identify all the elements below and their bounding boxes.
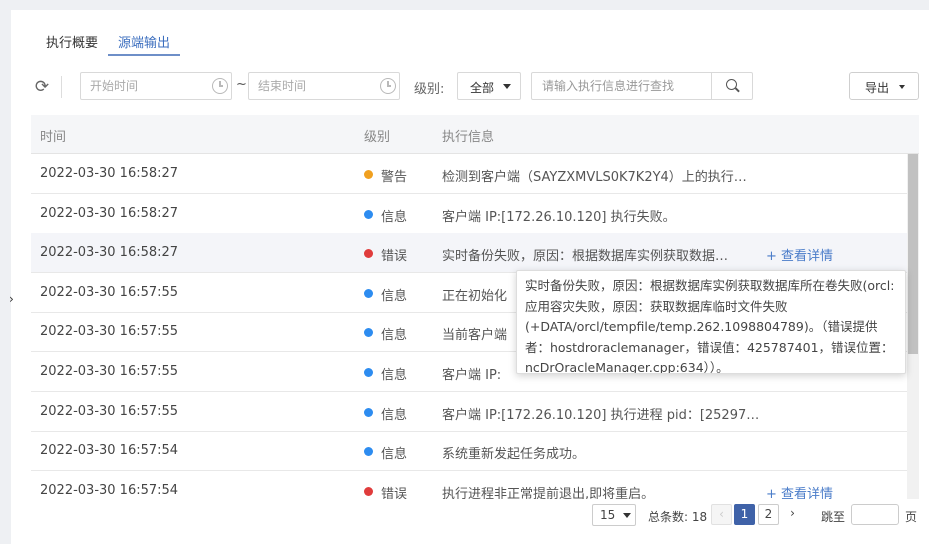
message-search [531, 72, 753, 100]
page-size-value: 15 [600, 508, 616, 522]
header-time: 时间 [40, 130, 67, 145]
export-button[interactable]: 导出 [849, 72, 919, 100]
level-filter-label: 级别: [414, 82, 445, 97]
table-row[interactable]: 2022-03-30 16:57:55 信息 客户端 IP:[172.26.10.1… [31, 392, 907, 432]
search-button[interactable] [711, 73, 752, 99]
row-level: 信息 [381, 288, 408, 304]
row-level: 信息 [381, 368, 408, 383]
end-time-picker[interactable] [248, 72, 400, 100]
detail-tooltip: 实时备份失败，原因：根据数据库实例获取数据库所在卷失败(orcl:应用容灾失败，… [516, 270, 906, 374]
row-message: 客户端 IP: [442, 368, 502, 383]
row-message: 当前客户端 [442, 328, 508, 344]
toolbar-divider [61, 76, 62, 98]
tab-execution-summary[interactable]: 执行概要 [36, 26, 108, 56]
tab-source-output[interactable]: 源端输出 [108, 26, 181, 56]
jump-page-field[interactable] [851, 504, 899, 526]
jump-page-input[interactable] [852, 505, 898, 526]
total-count: 总条数: 18 [648, 510, 708, 524]
row-time: 2022-03-30 16:57:55 [40, 284, 179, 300]
row-time: 2022-03-30 16:58:27 [40, 245, 179, 261]
row-message: 客户端 IP:[172.26.10.120] 执行进程 pid：[25297… [442, 407, 760, 423]
level-dot-icon [364, 407, 373, 417]
view-details-link[interactable]: + 查看详情 [766, 245, 833, 264]
row-level: 信息 [381, 447, 408, 463]
page-button-2[interactable]: 2 [758, 504, 779, 525]
table-row[interactable]: 2022-03-30 16:57:54 信息 系统重新发起任务成功。 [31, 431, 907, 472]
level-dot-icon [364, 170, 373, 179]
range-separator: ~ [236, 77, 247, 92]
row-message: 正在初始化 [442, 288, 508, 304]
row-level: 信息 [381, 209, 408, 225]
start-time-picker[interactable] [80, 72, 232, 100]
row-message: 检测到客户端（SAYZXMVLS0K7K2Y4）上的执行… [442, 170, 747, 185]
page-unit-label: 页 [905, 510, 918, 524]
row-level: 错误 [381, 486, 408, 499]
row-time: 2022-03-30 16:58:27 [40, 166, 179, 181]
pagination: 15 总条数: 18 ‹ 1 2 › 跳至 页 [592, 504, 927, 526]
level-select-value: 全部 [470, 81, 495, 95]
row-message: 系统重新发起任务成功。 [442, 447, 586, 463]
row-time: 2022-03-30 16:57:54 [40, 443, 179, 459]
prev-page-button[interactable]: ‹ [711, 504, 732, 525]
page-button-1[interactable]: 1 [734, 504, 755, 525]
export-label: 导出 [865, 81, 890, 95]
level-dot-icon [364, 209, 373, 219]
search-icon [726, 79, 737, 90]
row-time: 2022-03-30 16:58:27 [40, 205, 179, 221]
table-header: 时间 级别 执行信息 [31, 115, 919, 154]
start-time-input[interactable] [81, 73, 217, 99]
clock-icon [380, 78, 396, 94]
filter-toolbar: ⟳ ~ 级别: 全部 导出 [31, 72, 919, 102]
row-level: 警告 [381, 170, 408, 185]
level-dot-icon [364, 368, 373, 377]
chevron-right-icon: › [9, 292, 14, 306]
clock-icon [212, 78, 228, 94]
level-dot-icon [364, 288, 373, 298]
end-time-input[interactable] [249, 73, 385, 99]
table-row[interactable]: 2022-03-30 16:58:27 错误 实时备份失败，原因：根据数据库实例获取… [31, 233, 907, 274]
table-scrollbar[interactable] [907, 154, 919, 499]
next-page-button[interactable]: › [782, 504, 803, 525]
scrollbar-thumb[interactable] [908, 154, 918, 354]
caret-down-icon [503, 84, 511, 89]
level-dot-icon [364, 249, 373, 259]
row-message: 执行进程非正常提前退出,即将重启。 [442, 486, 655, 499]
level-dot-icon [364, 447, 373, 457]
row-time: 2022-03-30 16:57:55 [40, 403, 179, 419]
header-level: 级别 [364, 130, 391, 145]
table-row[interactable]: 2022-03-30 16:58:27 警告 检测到客户端（SAYZXMVLS0K7… [31, 154, 907, 194]
row-message: 客户端 IP:[172.26.10.120] 执行失败。 [442, 209, 676, 225]
row-message: 实时备份失败，原因：根据数据库实例获取数据… [442, 249, 729, 265]
level-dot-icon [364, 328, 373, 338]
view-details-link[interactable]: + 查看详情 [766, 483, 833, 499]
row-time: 2022-03-30 16:57:55 [40, 324, 179, 340]
tab-bar: 执行概要 源端输出 [36, 26, 181, 56]
header-message: 执行信息 [442, 130, 495, 145]
row-level: 信息 [381, 407, 408, 423]
jump-label: 跳至 [821, 510, 846, 524]
level-select[interactable]: 全部 [457, 72, 521, 100]
row-level: 错误 [381, 249, 408, 265]
caret-down-icon [899, 85, 905, 89]
row-level: 信息 [381, 328, 408, 344]
caret-down-icon [623, 513, 631, 518]
refresh-icon[interactable]: ⟳ [31, 76, 53, 98]
table-row[interactable]: 2022-03-30 16:57:54 错误 执行进程非正常提前退出,即将重启。 + … [31, 471, 907, 499]
search-input[interactable] [532, 73, 722, 99]
level-dot-icon [364, 486, 373, 496]
table-row[interactable]: 2022-03-30 16:58:27 信息 客户端 IP:[172.26.10.1… [31, 194, 907, 234]
row-time: 2022-03-30 16:57:54 [40, 482, 179, 498]
page-size-select[interactable]: 15 [592, 504, 636, 526]
row-time: 2022-03-30 16:57:55 [40, 364, 179, 379]
